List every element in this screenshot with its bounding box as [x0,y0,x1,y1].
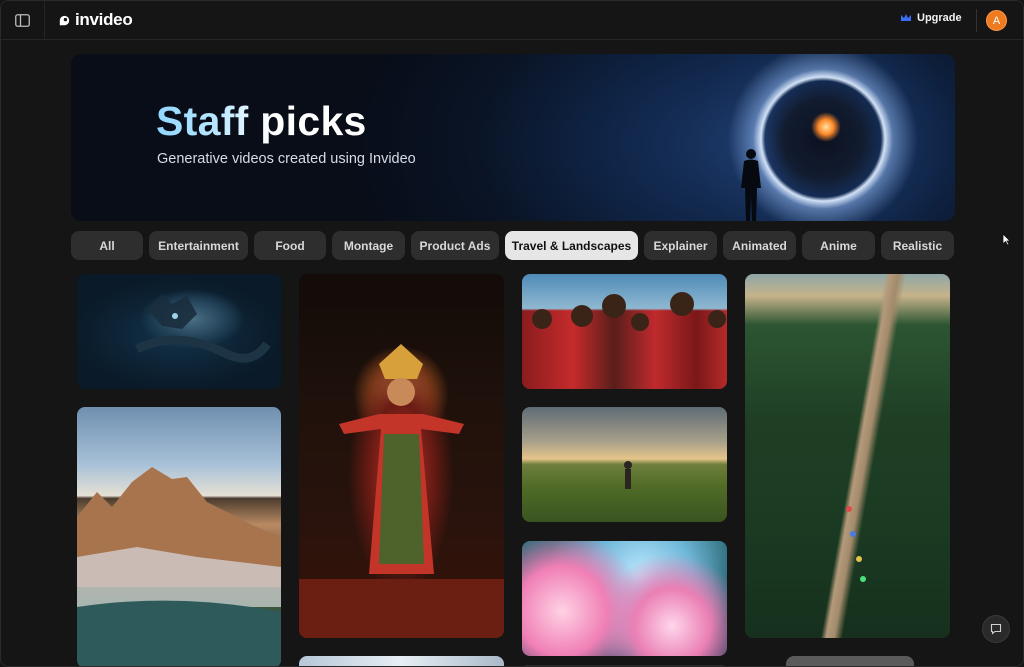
brand-name: invideo [75,10,133,29]
avatar[interactable]: A [986,10,1007,31]
video-thumbnail-forest[interactable] [745,274,950,638]
sidebar-toggle-button[interactable] [1,1,45,40]
dancer-shape [299,344,504,638]
brand-logo[interactable]: invideo [57,10,133,30]
maasai-shape [532,292,726,331]
category-chip-realistic[interactable]: Realistic [881,231,954,260]
video-thumbnail-peek[interactable] [299,656,504,666]
hero-banner: Staff picks Generative videos created us… [71,54,955,221]
invideo-logo-icon [59,15,70,25]
video-thumbnail-peek[interactable] [786,656,914,666]
video-thumbnail-flowers[interactable] [522,541,727,656]
category-chip-entertainment[interactable]: Entertainment [149,231,248,260]
app-window: invideo Upgrade A Staff picks Generative… [0,0,1024,667]
chat-icon [990,623,1002,635]
category-chip-montage[interactable]: Montage [332,231,405,260]
video-thumbnail-mountain[interactable] [77,407,281,666]
topbar-divider [976,9,977,32]
silhouette-figure [741,149,761,221]
category-chip-product-ads[interactable]: Product Ads [411,231,499,260]
video-thumbnail-maasai[interactable] [522,274,727,389]
top-bar: invideo Upgrade A [1,1,1023,40]
forest-shape [846,506,866,582]
upgrade-label: Upgrade [917,12,962,24]
category-chip-food[interactable]: Food [254,231,326,260]
category-chip-explainer[interactable]: Explainer [644,231,717,260]
hero-title: Staff picks [156,98,367,144]
category-chip-travel-landscapes[interactable]: Travel & Landscapes [505,231,638,260]
video-thumbnail-meadow[interactable] [522,407,727,522]
portal-glow [811,112,841,142]
meadow-shape [624,461,632,489]
category-chip-animated[interactable]: Animated [723,231,796,260]
crown-icon [901,14,911,21]
upgrade-button[interactable]: Upgrade [900,12,962,24]
category-chip-all[interactable]: All [71,231,143,260]
video-thumbnail-dancer[interactable] [299,274,504,638]
sidebar-toggle-icon [15,14,30,27]
dragon-shape [134,294,271,363]
hero-subtitle: Generative videos created using Invideo [157,151,416,167]
mountain-shape [77,467,281,666]
chat-support-button[interactable] [982,615,1010,643]
category-chip-anime[interactable]: Anime [802,231,875,260]
mouse-cursor-icon [1002,233,1011,246]
video-thumbnail-dragon[interactable] [77,274,281,389]
